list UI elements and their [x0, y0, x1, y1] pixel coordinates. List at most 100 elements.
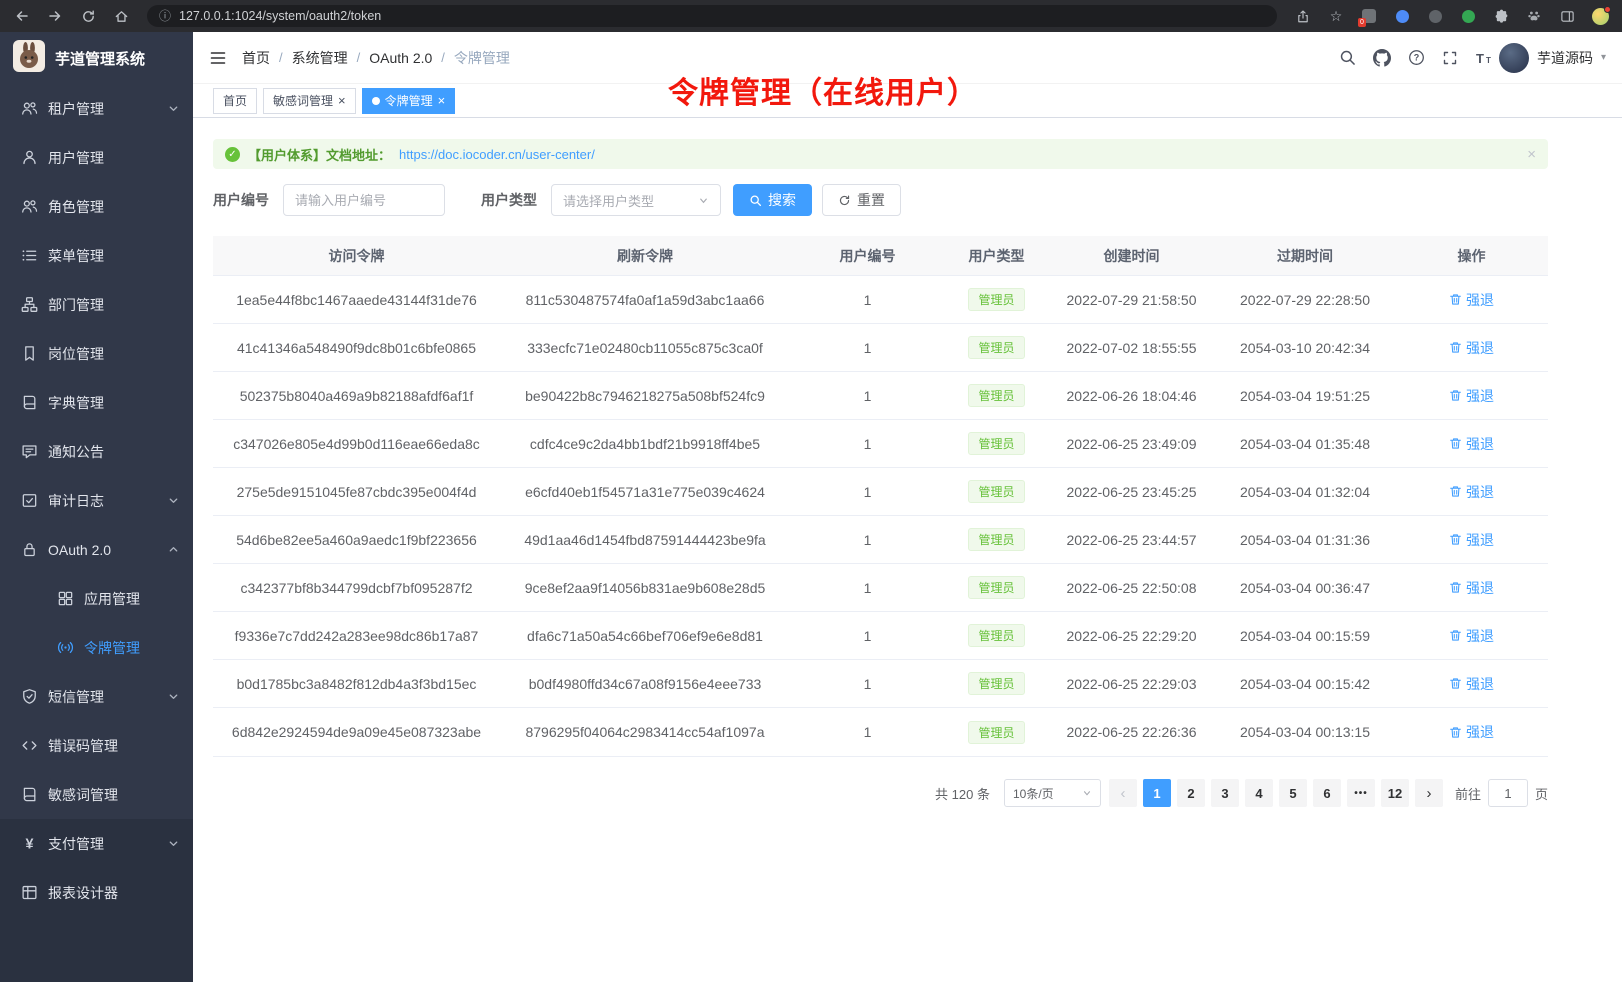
force-logout-button[interactable]: 强退	[1449, 386, 1494, 406]
sidebar-item-dept[interactable]: 部门管理	[0, 280, 193, 329]
force-logout-button[interactable]: 强退	[1449, 434, 1494, 454]
close-alert-icon[interactable]: ×	[1527, 146, 1536, 163]
reset-button[interactable]: 重置	[822, 184, 901, 216]
extension-paw-icon[interactable]	[1522, 4, 1546, 28]
force-logout-button[interactable]: 强退	[1449, 530, 1494, 550]
user-id-cell: 1	[790, 436, 945, 452]
trash-icon	[1449, 341, 1462, 354]
page-button[interactable]: 4	[1245, 779, 1273, 807]
extension-blue-icon[interactable]	[1390, 4, 1414, 28]
sidebar-item-label: 支付管理	[48, 834, 168, 854]
page-button[interactable]: 6	[1313, 779, 1341, 807]
sidebar-item-label: OAuth 2.0	[48, 542, 168, 558]
site-info-icon[interactable]: ⓘ	[159, 10, 171, 22]
breadcrumb-item[interactable]: 系统管理	[292, 48, 348, 68]
github-icon[interactable]	[1373, 49, 1391, 67]
user-id-cell: 1	[790, 484, 945, 500]
sidebar-item-tenant[interactable]: 租户管理	[0, 84, 193, 133]
create-time-cell: 2022-06-25 22:29:20	[1048, 628, 1215, 644]
fullscreen-icon[interactable]	[1442, 50, 1458, 66]
dict-icon	[20, 394, 38, 412]
force-logout-button[interactable]: 强退	[1449, 578, 1494, 598]
extension-green-icon[interactable]	[1456, 4, 1480, 28]
token-icon	[56, 639, 74, 657]
page-button[interactable]: 12	[1381, 779, 1409, 807]
goto-page-input[interactable]	[1488, 779, 1528, 807]
page-size-select[interactable]: 10条/页	[1004, 779, 1101, 807]
svg-text:¥: ¥	[25, 836, 33, 852]
sidebar-item-user[interactable]: 用户管理	[0, 133, 193, 182]
sidebar-item-sms[interactable]: 短信管理	[0, 672, 193, 721]
close-tab-icon[interactable]: ×	[438, 94, 446, 107]
user-id-cell: 1	[790, 724, 945, 740]
sidebar-item-oauth2[interactable]: OAuth 2.0	[0, 525, 193, 574]
share-icon[interactable]	[1291, 4, 1315, 28]
tab-home[interactable]: 首页	[213, 88, 257, 114]
extension-dark-icon[interactable]	[1423, 4, 1447, 28]
url-bar[interactable]: ⓘ 127.0.0.1:1024/system/oauth2/token	[147, 5, 1277, 27]
tab-oauth2-token[interactable]: 令牌管理×	[362, 88, 456, 114]
page-button[interactable]: 2	[1177, 779, 1205, 807]
active-tab-dot-icon	[372, 97, 380, 105]
breadcrumb-item[interactable]: OAuth 2.0	[369, 50, 432, 66]
page-button[interactable]: 1	[1143, 779, 1171, 807]
pages-ellipsis[interactable]: •••	[1347, 779, 1375, 807]
prev-page-button[interactable]: ‹	[1109, 779, 1137, 807]
reload-icon[interactable]	[76, 4, 100, 28]
sidebar-item-error-code[interactable]: 错误码管理	[0, 721, 193, 770]
back-icon[interactable]	[10, 4, 34, 28]
search-icon[interactable]	[1339, 49, 1356, 66]
sidebar-item-pay[interactable]: ¥ 支付管理	[0, 819, 193, 868]
user-icon	[20, 149, 38, 167]
access-token-cell: 1ea5e44f8bc1467aaede43144f31de76	[213, 292, 500, 308]
sidebar-item-role[interactable]: 角色管理	[0, 182, 193, 231]
user-menu[interactable]: 芋道源码 ▾	[1499, 43, 1606, 73]
force-logout-button[interactable]: 强退	[1449, 626, 1494, 646]
user-id-input[interactable]	[283, 184, 445, 216]
app-icon	[56, 590, 74, 608]
extensions-puzzle-icon[interactable]	[1489, 4, 1513, 28]
home-icon[interactable]	[109, 4, 133, 28]
extension-badged-icon[interactable]: 0	[1357, 4, 1381, 28]
bookmark-star-icon[interactable]: ☆	[1324, 4, 1348, 28]
sidebar-item-sensitive-word[interactable]: 敏感词管理	[0, 770, 193, 819]
sidebar-item-dict[interactable]: 字典管理	[0, 378, 193, 427]
font-size-icon[interactable]: TT	[1475, 50, 1494, 66]
force-logout-button[interactable]: 强退	[1449, 482, 1494, 502]
report-icon	[20, 884, 38, 902]
profile-avatar-icon[interactable]	[1588, 4, 1612, 28]
next-page-button[interactable]: ›	[1415, 779, 1443, 807]
create-time-cell: 2022-07-02 18:55:55	[1048, 340, 1215, 356]
sidebar-item-oauth2-token[interactable]: 令牌管理	[0, 623, 193, 672]
page-button[interactable]: 5	[1279, 779, 1307, 807]
force-logout-button[interactable]: 强退	[1449, 722, 1494, 742]
split-view-icon[interactable]	[1555, 4, 1579, 28]
sidebar-item-audit-log[interactable]: 审计日志	[0, 476, 193, 525]
close-tab-icon[interactable]: ×	[338, 94, 346, 107]
sidebar-item-post[interactable]: 岗位管理	[0, 329, 193, 378]
user-id-cell: 1	[790, 532, 945, 548]
page-button[interactable]: 3	[1211, 779, 1239, 807]
app-title: 芋道管理系统	[55, 48, 145, 69]
breadcrumb-item[interactable]: 首页	[242, 48, 270, 68]
tab-sensitive-word[interactable]: 敏感词管理×	[263, 88, 356, 114]
sidebar-item-report-designer[interactable]: 报表设计器	[0, 868, 193, 917]
sidebar-item-label: 岗位管理	[48, 344, 179, 364]
collapse-sidebar-icon[interactable]	[209, 49, 227, 67]
sidebar-item-menu[interactable]: 菜单管理	[0, 231, 193, 280]
user-type-badge: 管理员	[968, 672, 1024, 695]
sidebar-item-notice[interactable]: 通知公告	[0, 427, 193, 476]
sidebar-item-oauth2-app[interactable]: 应用管理	[0, 574, 193, 623]
forward-icon[interactable]	[43, 4, 67, 28]
alert-doc-link[interactable]: https://doc.iocoder.cn/user-center/	[399, 147, 595, 162]
search-button[interactable]: 搜索	[733, 184, 812, 216]
sidebar-item-label: 菜单管理	[48, 246, 179, 266]
table-body: 1ea5e44f8bc1467aaede43144f31de76811c5304…	[213, 276, 1548, 756]
help-icon[interactable]: ?	[1408, 49, 1425, 66]
force-logout-button[interactable]: 强退	[1449, 290, 1494, 310]
success-check-icon: ✓	[225, 147, 240, 162]
user-type-select[interactable]: 请选择用户类型	[551, 184, 721, 216]
post-icon	[20, 345, 38, 363]
force-logout-button[interactable]: 强退	[1449, 338, 1494, 358]
force-logout-button[interactable]: 强退	[1449, 674, 1494, 694]
